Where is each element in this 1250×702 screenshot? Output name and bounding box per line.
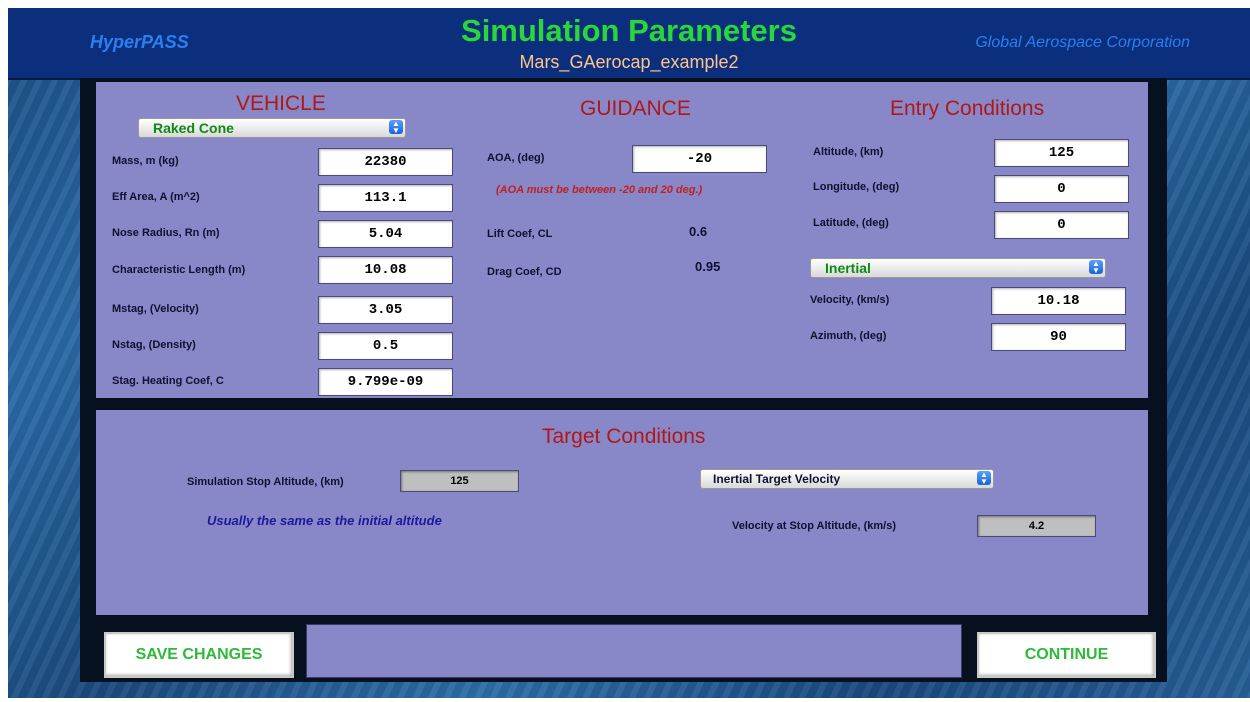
header-bar: HyperPASS Simulation Parameters Mars_GAe… bbox=[8, 8, 1250, 80]
char-length-field[interactable]: 10.08 bbox=[318, 256, 453, 284]
select-arrows-icon: ▲ ▼ bbox=[1089, 260, 1103, 275]
company-name: Global Aerospace Corporation bbox=[975, 34, 1190, 51]
reference-frame-select[interactable]: Inertial ▲ ▼ bbox=[810, 258, 1106, 278]
stop-altitude-note: Usually the same as the initial altitude bbox=[207, 513, 442, 528]
stop-altitude-label: Simulation Stop Altitude, (km) bbox=[187, 476, 344, 488]
guidance-title: GUIDANCE bbox=[580, 97, 691, 120]
vehicle-title: VEHICLE bbox=[236, 92, 326, 115]
velocity-field[interactable]: 10.18 bbox=[991, 287, 1126, 315]
heating-coef-field[interactable]: 9.799e-09 bbox=[318, 368, 453, 396]
lift-coef-value: 0.6 bbox=[689, 224, 708, 239]
status-area bbox=[306, 624, 962, 678]
nose-radius-label: Nose Radius, Rn (m) bbox=[112, 227, 220, 239]
mstag-field[interactable]: 3.05 bbox=[318, 296, 453, 324]
mstag-label: Mstag, (Velocity) bbox=[112, 303, 199, 315]
longitude-label: Longitude, (deg) bbox=[813, 181, 900, 193]
drag-coef-label: Drag Coef, CD bbox=[487, 266, 562, 278]
drag-coef-value: 0.95 bbox=[695, 259, 721, 274]
target-conditions-title: Target Conditions bbox=[542, 425, 706, 448]
altitude-label: Altitude, (km) bbox=[813, 146, 884, 158]
longitude-field[interactable]: 0 bbox=[994, 175, 1129, 203]
vehicle-shape-select[interactable]: Raked Cone ▲ ▼ bbox=[138, 118, 406, 138]
mass-label: Mass, m (kg) bbox=[112, 155, 179, 167]
target-velocity-type-value: Inertial Target Velocity bbox=[713, 472, 841, 486]
continue-button[interactable]: CONTINUE bbox=[977, 632, 1156, 678]
stop-altitude-field[interactable]: 125 bbox=[400, 470, 519, 492]
nstag-label: Nstag, (Density) bbox=[112, 339, 196, 351]
nstag-field[interactable]: 0.5 bbox=[318, 332, 453, 360]
latitude-label: Latitude, (deg) bbox=[813, 217, 889, 229]
stop-velocity-field[interactable]: 4.2 bbox=[977, 515, 1096, 537]
azimuth-field[interactable]: 90 bbox=[991, 323, 1126, 351]
save-changes-button[interactable]: SAVE CHANGES bbox=[104, 632, 294, 678]
aoa-field[interactable]: -20 bbox=[632, 145, 767, 173]
char-length-label: Characteristic Length (m) bbox=[112, 264, 246, 276]
select-arrows-icon: ▲ ▼ bbox=[977, 471, 991, 486]
target-velocity-type-select[interactable]: Inertial Target Velocity ▲ ▼ bbox=[700, 469, 994, 489]
eff-area-label: Eff Area, A (m^2) bbox=[112, 191, 200, 203]
latitude-field[interactable]: 0 bbox=[994, 211, 1129, 239]
entry-conditions-title: Entry Conditions bbox=[890, 97, 1045, 120]
velocity-label: Velocity, (km/s) bbox=[810, 294, 890, 306]
aoa-label: AOA, (deg) bbox=[487, 152, 545, 164]
altitude-field[interactable]: 125 bbox=[994, 139, 1129, 167]
select-arrows-icon: ▲ ▼ bbox=[389, 120, 403, 135]
aoa-note: (AOA must be between -20 and 20 deg.) bbox=[496, 184, 703, 196]
lift-coef-label: Lift Coef, CL bbox=[487, 228, 553, 240]
page-subtitle: Mars_GAerocap_example2 bbox=[519, 52, 739, 72]
nose-radius-field[interactable]: 5.04 bbox=[318, 220, 453, 248]
eff-area-field[interactable]: 113.1 bbox=[318, 184, 453, 212]
stop-velocity-label: Velocity at Stop Altitude, (km/s) bbox=[732, 520, 897, 532]
mass-field[interactable]: 22380 bbox=[318, 148, 453, 176]
azimuth-label: Azimuth, (deg) bbox=[810, 330, 887, 342]
heating-coef-label: Stag. Heating Coef, C bbox=[112, 375, 224, 387]
reference-frame-value: Inertial bbox=[825, 260, 871, 276]
vehicle-shape-value: Raked Cone bbox=[153, 120, 234, 136]
